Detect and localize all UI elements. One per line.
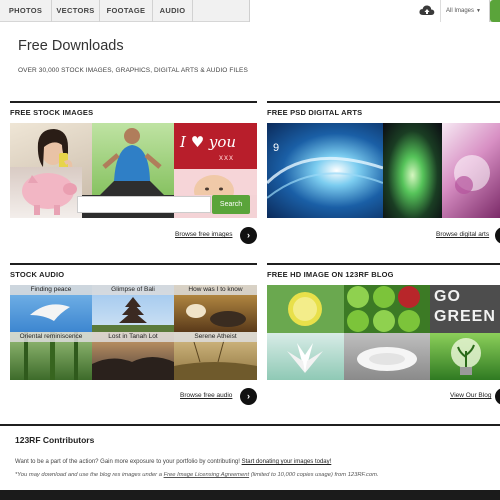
start-donating-link[interactable]: Start donating your images today! [242, 459, 332, 465]
image-type-select[interactable]: All Images ▼ [440, 0, 485, 22]
audio-label: Lost in Tanah Lot [92, 332, 174, 342]
man-blue-shirt-photo [100, 128, 164, 195]
arrow-right-icon[interactable]: › [495, 388, 500, 405]
page-title: Free Downloads [18, 38, 124, 54]
stock-photo-man[interactable] [92, 123, 174, 195]
love-text: I ♥ you [180, 133, 237, 151]
arrow-right-icon[interactable]: › [240, 388, 257, 405]
stock-audio-heading: STOCK AUDIO [10, 263, 257, 280]
browse-free-images-link[interactable]: Browse free images [175, 231, 232, 238]
psd-art-purple-splash[interactable] [442, 123, 500, 218]
contributors-intro: Want to be a part of the action? Gain mo… [15, 459, 240, 465]
plate-photo [357, 347, 417, 371]
tab-audio[interactable]: AUDIO [153, 0, 193, 22]
stock-photo-piggy[interactable] [10, 167, 82, 218]
green-apples-photo [347, 286, 420, 332]
license-note: *You may download and use the blog res i… [15, 472, 379, 478]
stock-photo-baby[interactable] [174, 169, 257, 195]
footer-bar [0, 490, 500, 500]
blue-swirl-art: 9 [267, 142, 383, 199]
go-green-text: GO GREEN [434, 288, 496, 325]
license-note-suffix: (limited to 10,000 copies usage) from 12… [250, 472, 379, 478]
contributors-divider [0, 424, 500, 426]
stock-photo-love[interactable]: I ♥ you xxx [174, 123, 257, 169]
search-go-button[interactable] [490, 0, 500, 22]
license-agreement-link[interactable]: Free Image Licensing Agreement [164, 472, 250, 478]
arrow-right-icon[interactable]: › [495, 227, 500, 244]
arrow-right-icon[interactable]: › [240, 227, 257, 244]
caret-down-icon: ▼ [476, 8, 481, 14]
audio-label: Finding peace [10, 285, 92, 295]
audio-label: Oriental reminiscence [10, 332, 92, 342]
light-bulb-plant-photo [451, 338, 481, 375]
purple-splash-art [454, 155, 490, 194]
stock-search-button[interactable]: Search [212, 195, 250, 214]
blog-heading: FREE HD IMAGE ON 123RF BLOG [267, 263, 500, 280]
stock-audio-grid[interactable]: Finding peace Glimpse of Bali How was I … [10, 285, 257, 380]
contributors-title: 123RF Contributors [15, 435, 95, 445]
cloud-upload-icon[interactable] [419, 4, 435, 17]
contributors-text: Want to be a part of the action? Gain mo… [15, 459, 331, 465]
browse-digital-arts-link[interactable]: Browse digital arts [436, 231, 489, 238]
browse-free-audio-link[interactable]: Browse free audio [180, 392, 232, 399]
psd-art-blue-swirl[interactable]: 9 [267, 123, 383, 218]
tab-vectors[interactable]: VECTORS [52, 0, 100, 22]
audio-label: How was I to know [174, 285, 257, 295]
svg-text:9: 9 [273, 142, 279, 154]
stock-search-input[interactable] [77, 196, 211, 213]
page-subtitle: OVER 30,000 STOCK IMAGES, GRAPHICS, DIGI… [18, 67, 248, 74]
love-kisses: xxx [219, 153, 234, 162]
audio-label: Serene Atheist [174, 332, 257, 342]
image-type-value: All Images [446, 8, 475, 14]
blog-collage[interactable]: GO GREEN [267, 285, 500, 380]
psd-arts-collage[interactable]: 9 [267, 123, 500, 218]
blog-photo-apples[interactable] [344, 285, 430, 333]
baby-photo [194, 175, 234, 195]
tab-footage[interactable]: FOOTAGE [100, 0, 153, 22]
blog-photo-go-green[interactable]: GO GREEN [430, 285, 500, 333]
stock-images-heading: FREE STOCK IMAGES [10, 101, 257, 118]
white-flower-photo [287, 343, 323, 373]
top-nav: PHOTOS VECTORS FOOTAGE AUDIO All Images ▼ [0, 0, 500, 22]
tab-photos[interactable]: PHOTOS [0, 0, 52, 22]
blog-photo-flower[interactable] [267, 333, 344, 380]
psd-art-green-glow[interactable] [383, 123, 442, 218]
license-note-prefix: *You may download and use the blog res i… [15, 472, 162, 478]
audio-label: Glimpse of Bali [92, 285, 174, 295]
piggy-bank-photo [22, 173, 77, 215]
blog-photo-bulb[interactable] [430, 333, 500, 380]
view-our-blog-link[interactable]: View Our Blog [450, 392, 491, 399]
psd-arts-heading: FREE PSD DIGITAL ARTS [267, 101, 500, 118]
olive-oil-photo [288, 292, 322, 326]
blog-photo-oil[interactable] [267, 285, 344, 333]
blog-photo-plate[interactable] [344, 333, 430, 380]
